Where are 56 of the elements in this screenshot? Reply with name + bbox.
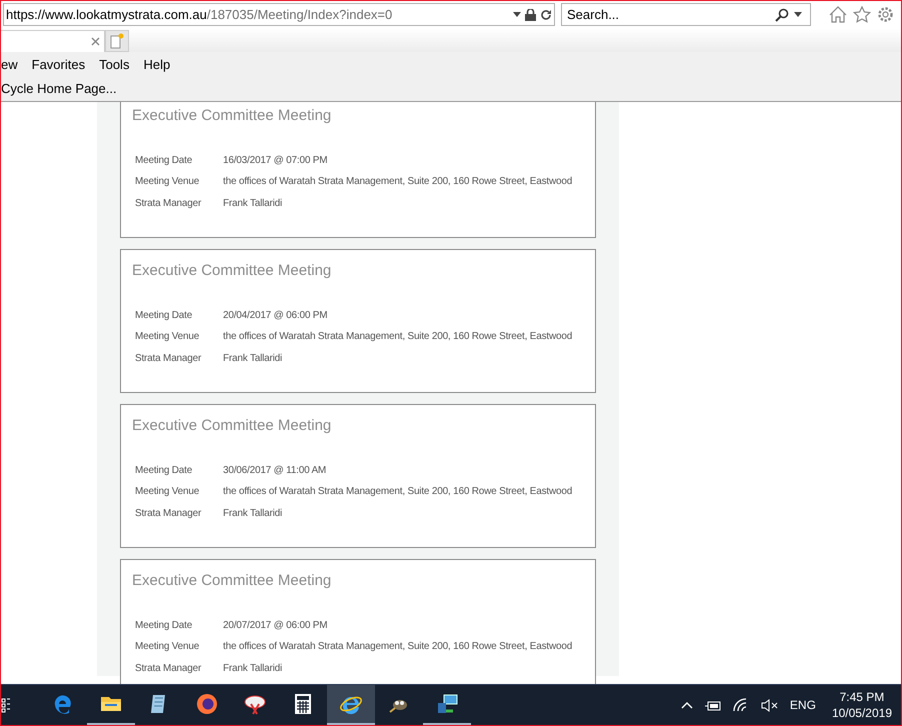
favorites-link[interactable]: Cycle Home Page...: [1, 79, 117, 99]
field-value: the offices of Waratah Strata Management, Suite 200, 160 Rowe Street, Eastwood: [223, 330, 572, 344]
field-value: the offices of Waratah Strata Management, Suite 200, 160 Rowe Street, Eastwood: [223, 640, 572, 654]
field-value: Frank Tallaridi: [223, 352, 282, 366]
settings-icon[interactable]: [877, 6, 894, 23]
close-icon[interactable]: [91, 37, 100, 46]
field-value: the offices of Waratah Strata Management, Suite 200, 160 Rowe Street, Eastwood: [223, 485, 572, 500]
field-label: Meeting Venue: [135, 485, 200, 500]
menu-item[interactable]: ew: [1, 54, 18, 74]
clock[interactable]: 7:45 PM 10/05/2019: [832, 689, 892, 721]
taskview-icon[interactable]: [1, 697, 11, 713]
taskbar-button[interactable]: [327, 685, 375, 725]
battery-icon[interactable]: [704, 700, 721, 710]
star-icon[interactable]: [853, 6, 871, 23]
fox-globe-icon: [195, 692, 219, 716]
field-label: Meeting Venue: [135, 640, 200, 654]
field-value: 16/03/2017 @ 07:00 PM: [223, 154, 328, 168]
field-value: Frank Tallaridi: [223, 506, 282, 521]
field-value: the offices of Waratah Strata Management, Suite 200, 160 Rowe Street, Eastwood: [223, 175, 572, 190]
monitor-icon: [435, 692, 459, 716]
new-tab-button[interactable]: [105, 30, 129, 52]
field-value: Frank Tallaridi: [223, 662, 282, 676]
meeting-title: Executive Committee Meeting: [132, 106, 332, 126]
field-label: Meeting Date: [135, 308, 194, 323]
meeting-title: Executive Committee Meeting: [132, 416, 332, 436]
field-value: Frank Tallaridi: [223, 196, 282, 211]
address-field[interactable]: https://www.lookatmystrata.com.au/187035/Meeting/Index?index=0: [3, 3, 555, 26]
search-field[interactable]: Search...: [561, 3, 811, 26]
field-label: Meeting Venue: [135, 330, 200, 344]
wifi-icon[interactable]: [732, 698, 749, 712]
dropdown-icon[interactable]: [794, 12, 802, 17]
field-label: Meeting Date: [135, 618, 194, 633]
home-icon[interactable]: [829, 6, 847, 23]
dropdown-icon[interactable]: [513, 12, 521, 17]
muted-speaker-icon[interactable]: [760, 698, 778, 712]
menu-item[interactable]: Help: [143, 54, 170, 74]
chevron-up-icon[interactable]: [680, 701, 693, 709]
field-label: Meeting Date: [135, 154, 194, 168]
field-label: Meeting Venue: [135, 175, 200, 190]
search-icon[interactable]: [775, 8, 789, 22]
meeting-title: Executive Committee Meeting: [132, 261, 332, 281]
new-tab-icon: [110, 33, 124, 49]
field-value: 30/06/2017 @ 11:00 AM: [223, 464, 326, 478]
menu-item[interactable]: Favorites: [32, 54, 86, 74]
meeting-title: Executive Committee Meeting: [132, 571, 332, 591]
field-value: 20/07/2017 @ 06:00 PM: [223, 618, 328, 633]
field-value: 20/04/2017 @ 06:00 PM: [223, 308, 328, 323]
menu-item[interactable]: Tools: [99, 54, 130, 74]
field-label: Strata Manager: [135, 352, 202, 366]
field-label: Meeting Date: [135, 464, 194, 478]
lock-icon: [525, 8, 536, 20]
field-label: Strata Manager: [135, 506, 202, 521]
field-label: Strata Manager: [135, 196, 202, 211]
refresh-icon[interactable]: [540, 8, 552, 20]
language-indicator[interactable]: ENG: [790, 696, 816, 714]
field-label: Strata Manager: [135, 662, 202, 676]
